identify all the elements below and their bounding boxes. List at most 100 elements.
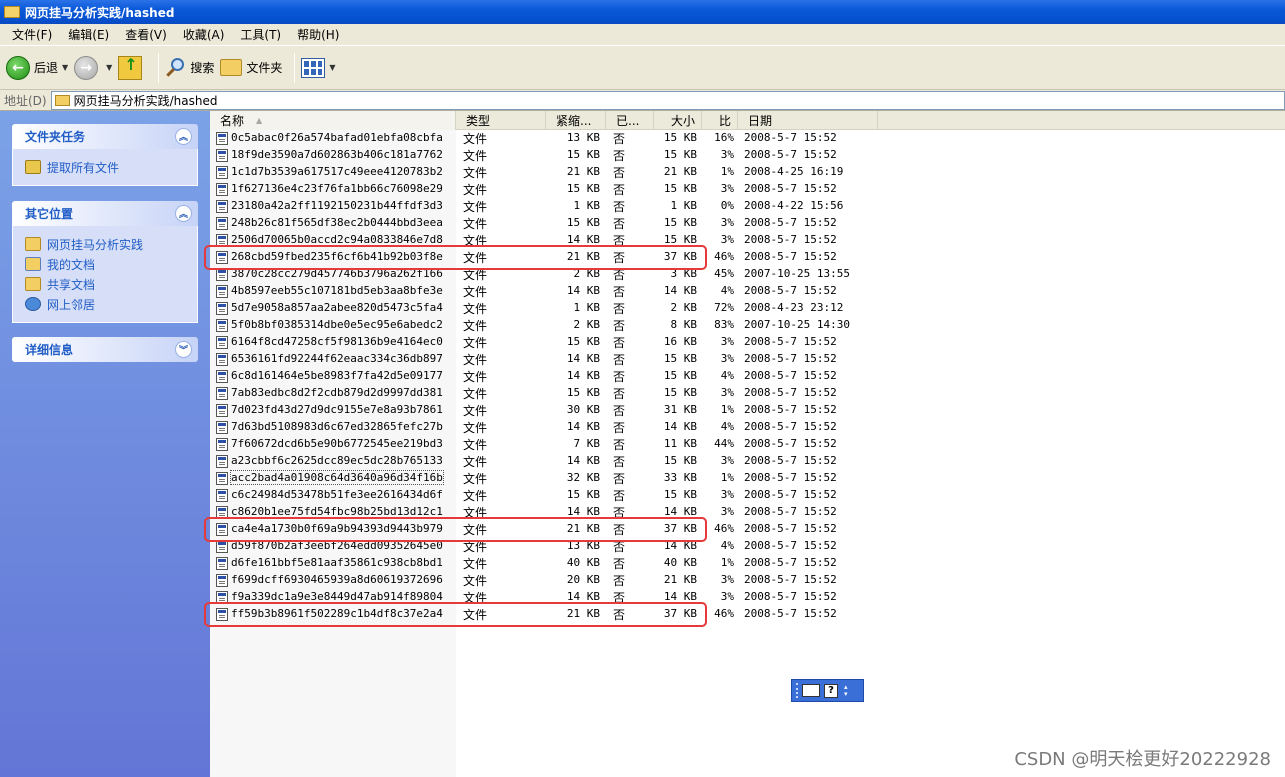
file-row[interactable]: 7d023fd43d27d9dc9155e7e8a93b7861 文件 30 KB 否… [210, 402, 1285, 419]
file-icon [216, 523, 228, 536]
file-row[interactable]: 23180a42a2ff1192150231b44ffdf3d3 文件 1 KB 否 1… [210, 198, 1285, 215]
search-icon [165, 57, 187, 79]
file-size: 37 KB [663, 250, 697, 263]
file-row[interactable]: 0c5abac0f26a574bafad01ebfa08cbfa 文件 13 KB 否… [210, 130, 1285, 147]
file-row[interactable]: 248b26c81f565df38ec2b0444bbd3eea 文件 15 KB 否… [210, 215, 1285, 232]
collapse-chevron-icon[interactable]: ︽ [175, 205, 192, 222]
col-date[interactable]: 日期 [738, 111, 878, 130]
file-row[interactable]: c6c24984d53478b51fe3ee2616434d6f 文件 15 KB 否… [210, 487, 1285, 504]
file-row[interactable]: d6fe161bbf5e81aaf35861c938cb8bd1 文件 40 KB 否… [210, 555, 1285, 572]
file-date: 2008-5-7 15:52 [744, 556, 837, 569]
folders-button[interactable]: 文件夹 [220, 59, 282, 76]
file-row[interactable]: d59f870b2af3eebf264edd09352645e0 文件 13 KB 否… [210, 538, 1285, 555]
col-compressed-size[interactable]: 紧缩... [546, 111, 606, 130]
file-row[interactable]: 18f9de3590a7d602863b406c181a7762 文件 15 KB 否… [210, 147, 1285, 164]
address-input[interactable]: 网页挂马分析实践/hashed [50, 90, 1285, 110]
file-date: 2008-4-22 15:56 [744, 199, 844, 212]
file-name: 6164f8cd47258cf5f98136b9e4164ec0 [231, 335, 443, 348]
panel-header[interactable]: 其它位置 ︽ [12, 201, 198, 226]
file-row[interactable]: 5f0b8bf0385314dbe0e5ec95e6abedc2 文件 2 KB 否 8… [210, 317, 1285, 334]
back-dropdown-icon[interactable]: ▼ [62, 63, 68, 72]
menu-file[interactable]: 文件(F) [4, 26, 60, 43]
task-extract-all[interactable]: 提取所有文件 [25, 157, 197, 177]
file-row[interactable]: 7f60672dcd6b5e90b6772545ee219bd3 文件 7 KB 否 1… [210, 436, 1285, 453]
menu-edit[interactable]: 编辑(E) [60, 26, 117, 43]
expand-chevron-icon[interactable]: ︾ [175, 341, 192, 358]
place-label: 网上邻居 [47, 297, 96, 312]
minimize-icon[interactable]: ▴ ▾ [844, 683, 848, 698]
file-encrypted: 否 [613, 472, 626, 486]
file-name: 3870c28cc279d457746b3796a262f166 [231, 267, 443, 280]
toolbar-separator [158, 52, 160, 83]
file-row[interactable]: 6536161fd92244f62eaac334c36db897 文件 14 KB 否… [210, 351, 1285, 368]
file-icon [216, 234, 228, 247]
place-parent-folder[interactable]: 网页挂马分析实践 [25, 234, 197, 254]
menu-tools[interactable]: 工具(T) [232, 26, 289, 43]
file-row[interactable]: c8620b1ee75fd54fbc98b25bd13d12c1 文件 14 KB 否… [210, 504, 1285, 521]
file-date: 2008-5-7 15:52 [744, 505, 837, 518]
file-name: 2506d70065b0accd2c94a0833846e7d8 [231, 233, 443, 246]
file-encrypted: 否 [613, 234, 626, 248]
file-row[interactable]: 1f627136e4c23f76fa1bb66c76098e29 文件 15 KB 否… [210, 181, 1285, 198]
menu-help[interactable]: 帮助(H) [289, 26, 347, 43]
file-type: 文件 [463, 472, 488, 486]
drag-handle[interactable] [796, 683, 798, 698]
file-name: 7f60672dcd6b5e90b6772545ee219bd3 [231, 437, 443, 450]
file-row[interactable]: 5d7e9058a857aa2abee820d5473c5fa4 文件 1 KB 否 2… [210, 300, 1285, 317]
file-date: 2008-5-7 15:52 [744, 403, 837, 416]
place-network[interactable]: 网上邻居 [25, 294, 197, 314]
file-row[interactable]: a23cbbf6c2625dcc89ec5dc28b765133 文件 14 KB 否… [210, 453, 1285, 470]
help-icon[interactable]: ? [824, 683, 838, 698]
col-size[interactable]: 大小 [654, 111, 702, 130]
file-date: 2008-5-7 15:52 [744, 454, 837, 467]
file-row[interactable]: 6c8d161464e5be8983f7fa42d5e09177 文件 14 KB 否… [210, 368, 1285, 385]
menu-view[interactable]: 查看(V) [117, 26, 175, 43]
file-size: 14 KB [663, 590, 697, 603]
file-row[interactable]: 4b8597eeb55c107181bd5eb3aa8bfe3e 文件 14 KB 否… [210, 283, 1285, 300]
file-icon [216, 591, 228, 604]
forward-dropdown-icon[interactable]: ▼ [106, 63, 112, 72]
file-date: 2008-5-7 15:52 [744, 437, 837, 450]
col-ratio[interactable]: 比 [702, 111, 738, 130]
search-button[interactable]: 搜索 [165, 57, 214, 79]
back-button[interactable]: ← 后退 ▼ [6, 55, 68, 80]
collapse-chevron-icon[interactable]: ︽ [175, 128, 192, 145]
file-row[interactable]: ca4e4a1730b0f69a9b94393d9443b979 文件 21 KB 否… [210, 521, 1285, 538]
file-ratio: 0% [720, 199, 734, 212]
file-row[interactable]: 3870c28cc279d457746b3796a262f166 文件 2 KB 否 3… [210, 266, 1285, 283]
place-shared-documents[interactable]: 共享文档 [25, 274, 197, 294]
panel-other-places: 其它位置 ︽ 网页挂马分析实践 我的文档 共享文档 网上邻居 [12, 201, 198, 323]
col-name[interactable]: 名称 ▲ [210, 111, 456, 130]
keyboard-icon[interactable] [802, 684, 820, 697]
col-type[interactable]: 类型 [456, 111, 546, 130]
place-my-documents[interactable]: 我的文档 [25, 254, 197, 274]
language-bar[interactable]: ? ▴ ▾ [791, 679, 864, 702]
file-row[interactable]: f699dcff6930465939a8d60619372696 文件 20 KB 否… [210, 572, 1285, 589]
views-dropdown-icon[interactable]: ▼ [329, 63, 335, 72]
file-row[interactable]: 268cbd59fbed235f6cf6b41b92b03f8e 文件 21 KB 否… [210, 249, 1285, 266]
file-row[interactable]: ff59b3b8961f502289c1b4df8c37e2a4 文件 21 KB 否… [210, 606, 1285, 623]
file-row[interactable]: 7ab83edbc8d2f2cdb879d2d9997dd381 文件 15 KB 否… [210, 385, 1285, 402]
up-folder-button[interactable] [118, 55, 146, 80]
file-compressed-size: 14 KB [566, 233, 600, 246]
file-row[interactable]: 1c1d7b3539a617517c49eee4120783b2 文件 21 KB 否… [210, 164, 1285, 181]
file-icon [216, 540, 228, 553]
col-encrypted[interactable]: 已... [606, 111, 654, 130]
file-date: 2008-4-23 23:12 [744, 301, 844, 314]
panel-header[interactable]: 文件夹任务 ︽ [12, 124, 198, 149]
file-row[interactable]: 7d63bd5108983d6c67ed32865fefc27b 文件 14 KB 否… [210, 419, 1285, 436]
file-compressed-size: 21 KB [566, 522, 600, 535]
file-type: 文件 [463, 268, 488, 282]
file-date: 2008-5-7 15:52 [744, 182, 837, 195]
file-row[interactable]: f9a339dc1a9e3e8449d47ab914f89804 文件 14 KB 否… [210, 589, 1285, 606]
file-row[interactable]: 6164f8cd47258cf5f98136b9e4164ec0 文件 15 KB 否… [210, 334, 1285, 351]
file-row[interactable]: acc2bad4a01908c64d3640a96d34f16b 文件 32 KB 否… [210, 470, 1285, 487]
menu-favorites[interactable]: 收藏(A) [175, 26, 233, 43]
panel-header[interactable]: 详细信息 ︾ [12, 337, 198, 362]
views-button[interactable]: ▼ [301, 57, 336, 78]
forward-button[interactable]: → ▼ [74, 55, 112, 80]
place-label: 网页挂马分析实践 [47, 237, 144, 252]
file-type: 文件 [463, 574, 488, 588]
file-icon [216, 370, 228, 383]
file-row[interactable]: 2506d70065b0accd2c94a0833846e7d8 文件 14 KB 否… [210, 232, 1285, 249]
